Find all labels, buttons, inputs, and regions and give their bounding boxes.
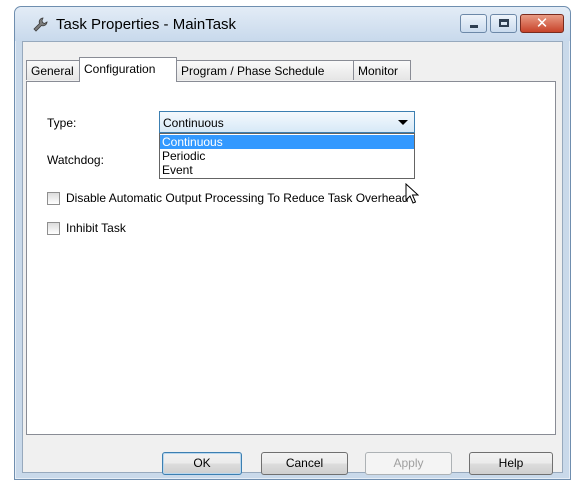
chevron-down-icon: [398, 120, 408, 125]
type-select[interactable]: Continuous: [159, 111, 415, 133]
inhibit-task-checkbox[interactable]: [47, 222, 60, 235]
maximize-icon: [499, 19, 509, 27]
close-icon: ✕: [535, 14, 549, 32]
type-option-continuous[interactable]: Continuous: [160, 135, 414, 149]
tab-general[interactable]: General: [26, 60, 80, 80]
wrench-icon: [33, 17, 48, 32]
close-button[interactable]: ✕: [520, 14, 564, 33]
title-bar[interactable]: Task Properties - MainTask ✕: [15, 7, 570, 41]
type-option-event[interactable]: Event: [160, 163, 414, 177]
maximize-button[interactable]: [490, 14, 517, 33]
help-button[interactable]: Help: [469, 452, 553, 475]
disable-output-label: Disable Automatic Output Processing To R…: [66, 191, 409, 205]
tab-program-phase-schedule[interactable]: Program / Phase Schedule: [176, 60, 354, 80]
type-label: Type:: [47, 116, 77, 130]
mouse-pointer-icon: [405, 183, 419, 204]
ok-button[interactable]: OK: [162, 452, 242, 475]
type-option-periodic[interactable]: Periodic: [160, 149, 414, 163]
tab-monitor[interactable]: Monitor: [353, 60, 411, 80]
watchdog-label: Watchdog:: [47, 153, 104, 167]
tab-configuration[interactable]: Configuration: [79, 57, 177, 82]
type-select-value: Continuous: [163, 116, 224, 130]
window-title: Task Properties - MainTask: [56, 16, 237, 33]
configuration-panel: Type: Continuous Watchdog: Continuous Pe…: [26, 81, 556, 435]
inhibit-task-label: Inhibit Task: [66, 221, 126, 235]
minimize-button[interactable]: [460, 14, 487, 33]
disable-output-checkbox[interactable]: [47, 192, 60, 205]
apply-button[interactable]: Apply: [365, 452, 452, 475]
minimize-icon: [470, 25, 478, 28]
type-dropdown-list: Continuous Periodic Event: [159, 133, 415, 179]
cancel-button[interactable]: Cancel: [261, 452, 348, 475]
caption-buttons: ✕: [460, 14, 564, 34]
dialog-client-area: General Configuration Program / Phase Sc…: [22, 41, 563, 475]
task-properties-window: Task Properties - MainTask ✕ General Con…: [14, 6, 571, 480]
